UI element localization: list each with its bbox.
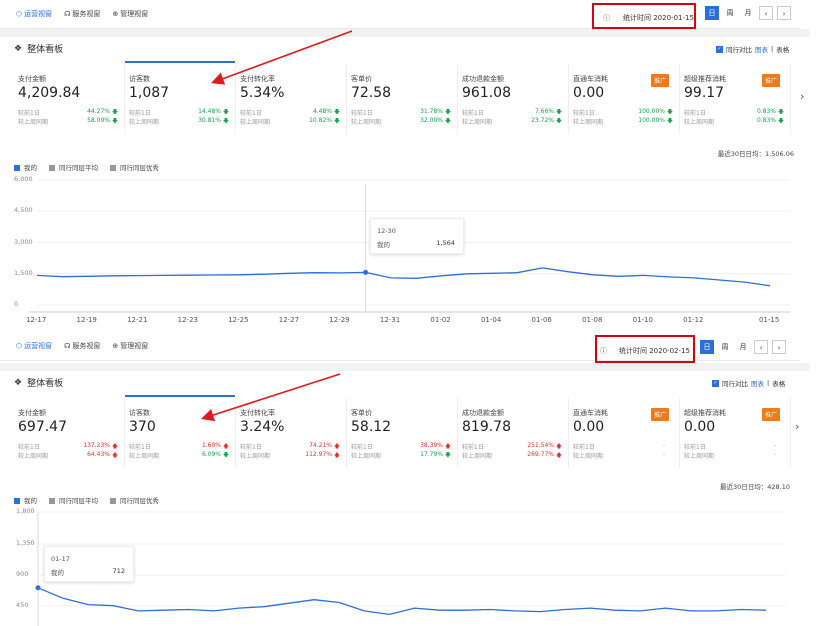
x-tick-label: 01-04 [480,316,502,324]
dashboard-panel-1: ⬡ 运营视窗 ☊ 服务视窗 ⊕ 管理视窗 ⓘ 统计时间 2020-01-15 日 周 … [0,0,822,332]
data-point [35,585,41,591]
x-tick-label: 12-19 [76,316,97,324]
dashboard-panel-2: ⬡ 运营视窗 ☊ 服务视窗 ⊕ 管理视窗 ⓘ 统计时间 2020-02-15 日 周 … [0,332,822,626]
x-tick-label: 12-21 [127,316,148,324]
x-tick-label: 01-08 [582,316,603,324]
x-tick-label: 12-29 [329,316,350,324]
line-chart-svg [29,179,790,313]
x-tick-label: 01-12 [683,316,704,324]
x-tick-label: 01-15 [759,316,780,324]
x-tick-label: 12-27 [278,316,300,324]
x-tick-label: 01-06 [531,316,552,324]
x-tick-label: 12-17 [26,316,47,324]
x-tick-label: 12-25 [228,316,249,324]
series-line-mine [36,267,771,287]
chart-tooltip: 01-17 我的 712 [44,546,134,582]
x-tick-label: 01-10 [632,316,653,324]
x-tick-label: 12-23 [177,316,198,324]
x-tick-label: 12-31 [379,316,401,324]
x-tick-label: 01-02 [430,316,451,324]
chart-tooltip: 12-30 我的 1,564 [370,218,464,254]
data-point [363,269,369,275]
series-line-mine [37,587,767,616]
